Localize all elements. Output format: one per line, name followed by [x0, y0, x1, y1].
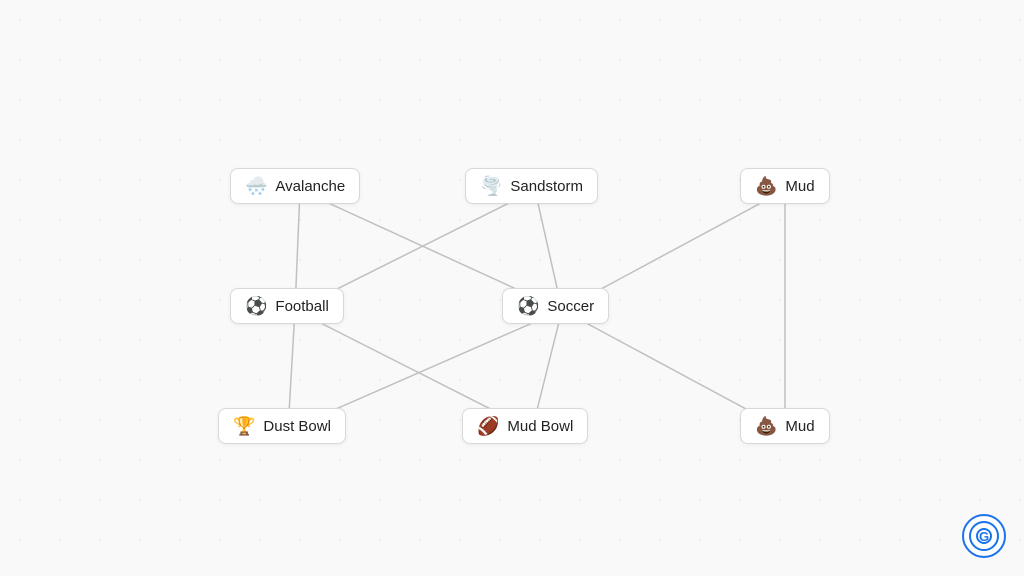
node-icon-avalanche: 🌨️	[245, 177, 267, 195]
node-mud2[interactable]: 💩 Mud	[740, 408, 830, 444]
node-label-football: Football	[275, 298, 328, 315]
brand-logo: G	[962, 514, 1006, 558]
node-label-mud2: Mud	[785, 418, 814, 435]
node-sandstorm[interactable]: 🌪️ Sandstorm	[465, 168, 598, 204]
node-label-mud1: Mud	[785, 178, 814, 195]
node-avalanche[interactable]: 🌨️ Avalanche	[230, 168, 360, 204]
node-icon-mud1: 💩	[755, 177, 777, 195]
node-icon-sandstorm: 🌪️	[480, 177, 502, 195]
node-label-mudbowl: Mud Bowl	[507, 418, 573, 435]
node-mud1[interactable]: 💩 Mud	[740, 168, 830, 204]
node-icon-football: ⚽	[245, 297, 267, 315]
node-soccer[interactable]: ⚽ Soccer	[502, 288, 609, 324]
node-icon-mudbowl: 🏈	[477, 417, 499, 435]
node-mudbowl[interactable]: 🏈 Mud Bowl	[462, 408, 588, 444]
node-football[interactable]: ⚽ Football	[230, 288, 344, 324]
node-icon-dustbowl: 🏆	[233, 417, 255, 435]
node-label-avalanche: Avalanche	[275, 178, 345, 195]
node-dustbowl[interactable]: 🏆 Dust Bowl	[218, 408, 346, 444]
node-label-sandstorm: Sandstorm	[510, 178, 583, 195]
svg-text:G: G	[979, 529, 989, 544]
node-label-soccer: Soccer	[547, 298, 594, 315]
node-icon-soccer: ⚽	[517, 297, 539, 315]
node-label-dustbowl: Dust Bowl	[263, 418, 331, 435]
node-icon-mud2: 💩	[755, 417, 777, 435]
